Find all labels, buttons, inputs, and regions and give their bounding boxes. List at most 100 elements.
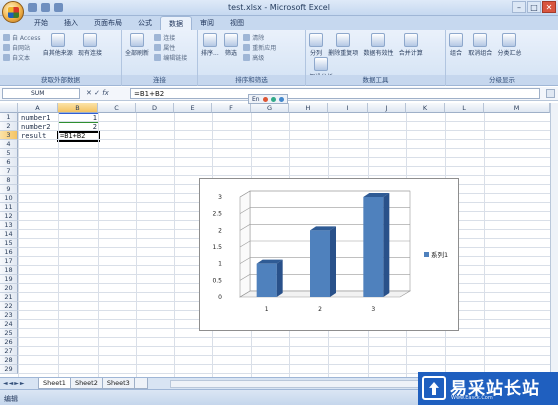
column-header[interactable]: G [251,103,289,113]
consolidate-button[interactable]: 合并计算 [399,33,423,57]
tab-page-layout[interactable]: 页面布局 [86,16,130,30]
select-all-corner[interactable] [0,103,18,113]
name-box[interactable]: SUM [2,88,80,99]
tab-insert[interactable]: 插入 [56,16,86,30]
row-header[interactable]: 12 [0,212,18,221]
insert-sheet-icon[interactable] [133,378,148,389]
row-header[interactable]: 1 [0,113,18,122]
column-header[interactable]: B [58,103,98,113]
group-icon [449,33,463,47]
edit-links-label: 编辑链接 [163,55,188,62]
row-header[interactable]: 2 [0,122,18,131]
chart[interactable]: 0 0.5 1 1.5 2 2.5 3 1 2 3 系列1 [199,178,459,331]
row-header[interactable]: 27 [0,347,18,356]
data-validation-button[interactable]: 数据有效性 [363,33,394,57]
from-access-button[interactable]: 自 Access [3,33,40,42]
sheet-tab[interactable]: Sheet1 [38,378,71,389]
insert-function-icon[interactable]: fx [102,89,109,97]
advanced-button[interactable]: 高级 [243,53,276,62]
row-header[interactable]: 13 [0,221,18,230]
row-header[interactable]: 28 [0,356,18,365]
cancel-icon[interactable]: ✕ [86,89,92,97]
row-header[interactable]: 19 [0,275,18,284]
row-header[interactable]: 9 [0,185,18,194]
row-header[interactable]: 17 [0,257,18,266]
sheet-tab[interactable]: Sheet2 [69,378,103,389]
column-header[interactable]: K [406,103,445,113]
reapply-button[interactable]: 重新应用 [243,43,276,52]
row-header[interactable]: 29 [0,365,18,374]
row-header[interactable]: 22 [0,302,18,311]
formula-input[interactable]: =B1+B2 [130,88,540,99]
clear-button[interactable]: 清除 [243,33,276,42]
tab-data[interactable]: 数据 [160,16,192,30]
sheet-tab[interactable]: Sheet3 [101,378,135,389]
minimize-icon[interactable]: – [512,1,526,13]
enter-icon[interactable]: ✓ [94,89,100,97]
tab-view[interactable]: 视图 [222,16,252,30]
office-button[interactable] [2,1,24,23]
row-header[interactable]: 3 [0,131,18,140]
ungroup-button[interactable]: 取消组合 [468,33,492,57]
row-header[interactable]: 25 [0,329,18,338]
clear-icon [243,34,251,41]
tab-home[interactable]: 开始 [26,16,56,30]
row-header[interactable]: 24 [0,320,18,329]
column-header[interactable]: M [484,103,550,113]
from-other-sources-button[interactable]: 自其他来源 [43,33,73,57]
bar-side [383,193,390,297]
row-header[interactable]: 14 [0,230,18,239]
row-header[interactable]: 23 [0,311,18,320]
column-header[interactable]: E [174,103,212,113]
column-header[interactable]: D [136,103,174,113]
row-header[interactable]: 7 [0,167,18,176]
row-header[interactable]: 15 [0,239,18,248]
row-header[interactable]: 5 [0,149,18,158]
row-header[interactable]: 8 [0,176,18,185]
consolidate-label: 合并计算 [398,50,423,57]
connections-button[interactable]: 连接 [154,33,187,42]
ime-toolbar[interactable]: En [248,94,288,104]
column-header[interactable]: F [212,103,251,113]
properties-button[interactable]: 属性 [154,43,187,52]
expand-formula-icon[interactable] [546,89,555,98]
subtotal-button[interactable]: 分类汇总 [497,33,522,57]
bar-side [276,259,283,297]
existing-connections-button[interactable]: 现有连接 [78,33,102,57]
horizontal-scrollbar[interactable] [170,380,420,388]
row-header[interactable]: 16 [0,248,18,257]
maximize-icon[interactable]: □ [527,1,541,13]
row-header[interactable]: 18 [0,266,18,275]
refresh-all-button[interactable]: 全部刷新 [125,33,149,57]
text-to-columns-button[interactable]: 分列 [309,33,323,57]
sheet-nav-icon[interactable]: ◄◄►► [3,380,25,387]
column-header[interactable]: J [368,103,406,113]
group-sort-filter: 排序... 筛选 清除 重新应用 高级 排序和筛选 [198,30,306,86]
row-header[interactable]: 6 [0,158,18,167]
column-header[interactable]: I [328,103,368,113]
vertical-scrollbar[interactable] [550,103,558,377]
from-text-button[interactable]: 自文本 [3,53,40,62]
column-header[interactable]: C [98,103,136,113]
remove-duplicates-button[interactable]: 删除重复项 [328,33,358,57]
tab-review[interactable]: 审阅 [192,16,222,30]
filter-button[interactable]: 筛选 [223,33,238,57]
column-header[interactable]: L [445,103,484,113]
from-web-button[interactable]: 自网站 [3,43,40,52]
row-header[interactable]: 4 [0,140,18,149]
column-header[interactable]: A [18,103,58,113]
row-header[interactable]: 20 [0,284,18,293]
close-icon[interactable]: ✕ [542,1,556,13]
column-header[interactable]: H [289,103,328,113]
row-header[interactable]: 26 [0,338,18,347]
row-header[interactable]: 10 [0,194,18,203]
row-header[interactable]: 21 [0,293,18,302]
connections-label: 连接 [163,35,176,42]
sort-button[interactable]: 排序... [201,33,219,57]
group-button[interactable]: 组合 [449,33,463,57]
ime-dot-icon [270,96,276,102]
formula-buttons: ✕ ✓ fx [86,89,109,97]
edit-links-button[interactable]: 编辑链接 [154,53,187,62]
tab-formulas[interactable]: 公式 [130,16,160,30]
row-header[interactable]: 11 [0,203,18,212]
